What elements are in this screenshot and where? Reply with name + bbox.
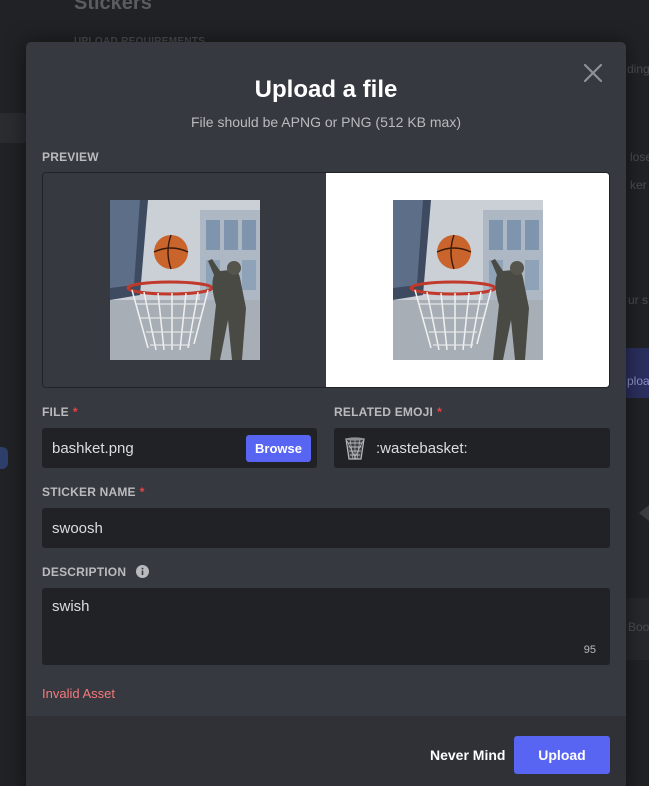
required-mark: * — [437, 405, 442, 419]
related-emoji-label-text: RELATED EMOJI — [334, 405, 434, 419]
sticker-image-light — [393, 200, 543, 360]
background-fragment: ding — [627, 62, 649, 76]
background-arrow — [639, 505, 649, 521]
required-mark: * — [72, 405, 78, 419]
file-label-text: FILE — [42, 405, 69, 419]
upload-file-modal: Upload a file File should be APNG or PNG… — [26, 42, 626, 786]
upload-button[interactable]: Upload — [514, 736, 610, 774]
related-emoji-label: RELATED EMOJI * — [334, 405, 442, 419]
background-fragment: lose — [630, 150, 649, 164]
sticker-preview — [42, 172, 610, 388]
background-fragment: ur s — [628, 293, 649, 307]
background-fragment: ploa — [627, 374, 649, 388]
sticker-name-label-text: STICKER NAME — [42, 485, 136, 499]
description-label-text: DESCRIPTION — [42, 565, 127, 579]
background-indicator — [0, 447, 8, 469]
sticker-image-dark — [110, 200, 260, 360]
description-textarea[interactable]: swish 95 — [42, 588, 610, 665]
sticker-name-input[interactable]: swoosh — [42, 508, 610, 548]
browse-button[interactable]: Browse — [246, 434, 311, 462]
modal-title: Upload a file — [254, 76, 398, 103]
description-value: swish — [52, 598, 90, 615]
file-name: bashket.png — [52, 439, 134, 457]
never-mind-button[interactable]: Never Mind — [422, 736, 513, 774]
description-label: DESCRIPTION — [42, 565, 149, 579]
background-bar — [0, 113, 26, 143]
info-icon[interactable] — [135, 565, 149, 578]
file-label: FILE * — [42, 405, 78, 419]
sticker-name-label: STICKER NAME * — [42, 485, 145, 499]
preview-light-theme — [326, 173, 609, 387]
file-input[interactable]: bashket.png Browse — [42, 428, 317, 468]
background-panel: Boo — [625, 598, 649, 660]
modal-footer: Never Mind Upload — [26, 716, 626, 786]
related-emoji-value: :wastebasket: — [376, 439, 468, 457]
related-emoji-input[interactable]: :wastebasket: — [334, 428, 610, 468]
background-fragment: Boo — [628, 620, 649, 634]
background-title: Stickers — [74, 0, 152, 14]
background-fragment: ker — [630, 178, 647, 192]
wastebasket-emoji-icon — [345, 437, 365, 460]
preview-dark-theme — [43, 173, 326, 387]
error-message: Invalid Asset — [42, 686, 115, 701]
background-upload-button: ploa — [625, 348, 649, 398]
char-count: 95 — [583, 644, 596, 656]
modal-subtitle: File should be APNG or PNG (512 KB max) — [191, 114, 461, 130]
required-mark: * — [139, 485, 145, 499]
preview-label: PREVIEW — [42, 150, 99, 164]
sticker-name-value: swoosh — [52, 519, 103, 537]
